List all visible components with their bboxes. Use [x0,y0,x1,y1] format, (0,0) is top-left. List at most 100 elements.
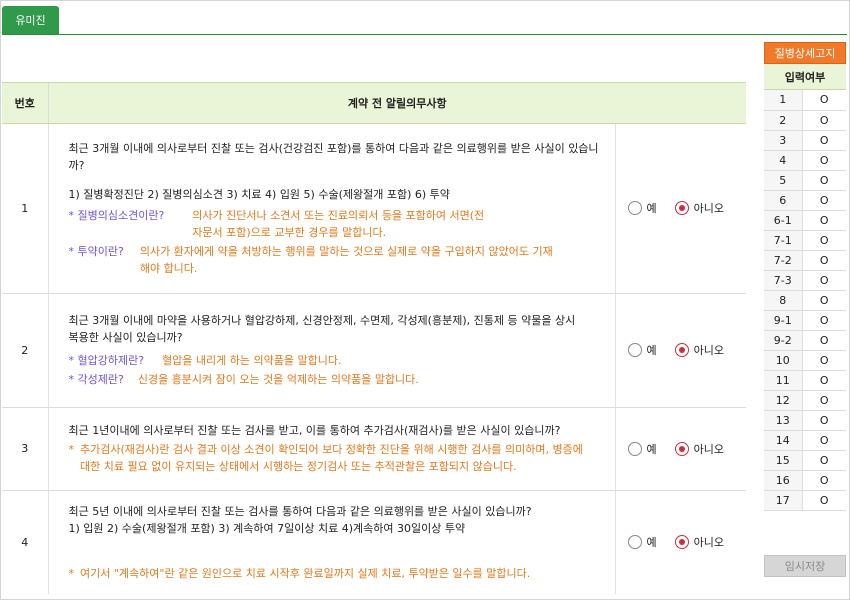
radio-no[interactable]: 아니오 [674,342,724,358]
status-row[interactable]: 7-3 O [764,270,846,291]
note-desc: 추가검사(재검사)란 검사 결과 이상 소견이 확인되어 보다 정확한 진단을 … [80,443,583,473]
status-item-value: O [802,190,846,211]
side-panel: 질병상세고지 입력여부 1 O 2 O 3 O 4 O 5 O 6 O 6-1 O 7-1 O 7-2 O 7-3 O… [764,42,846,511]
note-item: * 각성제란? 신경을 흥분시켜 잠이 오는 것을 억제하는 의약품을 말합니다… [69,371,605,388]
status-row[interactable]: 7-1 O [764,230,846,251]
radio-no-label: 아니오 [693,344,724,357]
status-item-value: O [802,350,846,371]
disclosure-table-container: 번호 계약 전 알릴의무사항 1 최근 3개월 이내에 의사로부터 진찰 또는 … [2,82,746,594]
note-desc: 의사가 진단서나 소견서 또는 진료의뢰서 등을 포함하여 서면(전자문서 포함… [192,208,485,239]
status-item-number: 3 [764,130,803,151]
answer-cell: 예 아니오 [615,490,746,594]
status-item-value: O [802,490,846,511]
status-row[interactable]: 6O [764,190,846,211]
temp-save-button[interactable]: 임시저장 [764,555,846,577]
status-row[interactable]: 17 O [764,490,846,511]
status-item-value: O [802,410,846,431]
radio-no-label: 아니오 [693,536,724,549]
status-item-number: 9-1 [764,310,803,331]
status-item-number: 8 [764,290,803,311]
radio-yes[interactable]: 예 [627,534,657,550]
answer-cell: 예 아니오 [615,123,747,294]
status-row[interactable]: 12 O [764,390,846,411]
status-row[interactable]: 6-1 O [764,210,846,231]
row-number: 4 [2,490,49,594]
question-options: 1) 입원 2) 수술(제왕절개 포함) 3) 계속하여 7일이상 치료 4)계… [68,521,466,535]
status-row[interactable]: 9-1 O [764,310,846,331]
status-item-value: O [802,470,846,491]
status-item-number: 11 [764,370,803,391]
tab-customer[interactable]: 유미진 [2,6,59,34]
note-desc: 신경을 흥분시켜 잠이 오는 것을 억제하는 의약품을 말합니다. [137,373,419,386]
status-row[interactable]: 7-2 O [764,250,846,271]
radio-yes-label: 예 [646,442,657,456]
note-desc: 혈압을 내리게 하는 의약품을 말합니다. [162,354,342,367]
status-item-value: O [802,210,846,231]
table-header-row: 번호 계약 전 알릴의무사항 [2,83,746,124]
status-item-value: O [802,130,846,151]
status-row[interactable]: 5O [764,170,846,191]
question-cell: 최근 3개월 이내에 마약을 사용하거나 혈압강하제, 신경안정제, 수면제, … [48,293,616,408]
note-item: * 추가검사(재검사)란 검사 결과 이상 소견이 확인되어 보다 정확한 진단… [69,441,605,475]
status-row[interactable]: 3O [764,130,846,151]
radio-no[interactable]: 아니오 [674,441,724,457]
radio-no-label: 아니오 [693,202,724,215]
status-row[interactable]: 16 O [764,470,846,491]
status-row[interactable]: 1O [764,90,846,111]
radio-no[interactable]: 아니오 [674,534,724,550]
status-row[interactable]: 14 O [764,430,846,451]
radio-selected-icon [674,343,689,357]
answer-radio-group: 예 아니오 [627,534,747,550]
note-item: * 투약이란? 의사가 환자에게 약을 처방하는 행위를 말하는 것으로 실제로… [69,243,605,277]
radio-circle-icon [627,201,642,215]
row-number: 1 [2,123,49,294]
note-item: * 질병의심소견이란? 의사가 진단서나 소견서 또는 진료의뢰서 등을 포함하… [69,207,605,241]
status-item-number: 12 [764,390,803,411]
status-item-number: 9-2 [764,330,803,351]
status-item-value: O [802,370,846,391]
row-number: 3 [2,407,49,491]
status-item-number: 15 [764,450,803,471]
answer-radio-group: 예 아니오 [627,200,747,216]
radio-yes[interactable]: 예 [627,441,657,457]
radio-yes-label: 예 [646,536,657,549]
table-row: 1 최근 3개월 이내에 의사로부터 진찰 또는 검사(건강검진 포함)를 통하… [2,123,747,294]
tab-bar: 유미진 [2,6,847,35]
note-item: * 여기서 "계속하여"란 같은 원인으로 치료 시작후 완료일까지 실제 치료… [69,565,605,582]
question-text: 최근 5년 이내에 의사로부터 진찰 또는 검사를 통하여 다음과 같은 의료행… [68,504,532,518]
table-row: 4 최근 5년 이내에 의사로부터 진찰 또는 검사를 통하여 다음과 같은 의… [2,490,746,594]
status-item-number: 6-1 [764,210,803,231]
radio-yes[interactable]: 예 [627,200,657,216]
asterisk-icon: * [68,443,75,456]
radio-yes[interactable]: 예 [627,342,657,358]
status-row[interactable]: 2O [764,110,846,131]
status-item-value: O [802,390,846,411]
status-item-value: O [802,90,846,111]
status-row[interactable]: 10 O [764,350,846,371]
status-row[interactable]: 9-2 O [764,330,846,351]
radio-no-label: 아니오 [693,442,724,456]
status-row[interactable]: 15 O [764,450,846,471]
disease-detail-button[interactable]: 질병상세고지 [764,42,846,64]
status-row[interactable]: 4O [764,150,846,171]
answer-cell: 예 아니오 [615,293,746,408]
status-item-number: 7-1 [764,230,803,251]
row-number: 2 [2,293,49,408]
status-row[interactable]: 8O [764,290,846,311]
status-item-value: O [802,450,846,471]
status-item-value: O [802,270,846,291]
answer-radio-group: 예 아니오 [627,441,747,457]
status-item-number: 4 [764,150,803,171]
status-item-number: 17 [764,490,803,511]
status-item-value: O [802,230,846,251]
status-item-number: 14 [764,430,803,451]
radio-no[interactable]: 아니오 [674,200,724,216]
radio-selected-icon [674,535,689,549]
disclosure-table: 번호 계약 전 알릴의무사항 1 최근 3개월 이내에 의사로부터 진찰 또는 … [2,83,746,594]
status-row[interactable]: 13 O [764,410,846,431]
status-row[interactable]: 11 O [764,370,846,391]
question-cell: 최근 1년이내에 의사로부터 진찰 또는 검사를 받고, 이를 통하여 추가검사… [48,407,616,491]
radio-circle-icon [627,535,642,549]
table-row: 2 최근 3개월 이내에 마약을 사용하거나 혈압강하제, 신경안정제, 수면제… [2,293,746,408]
status-item-number: 2 [764,110,803,131]
